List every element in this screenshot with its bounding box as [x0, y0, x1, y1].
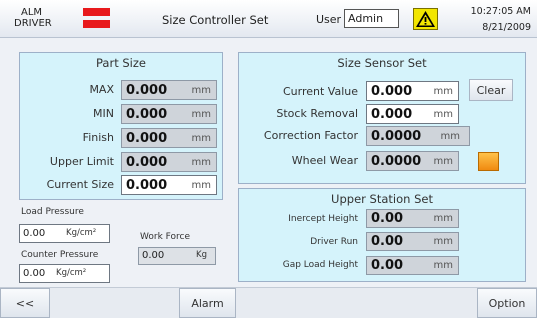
- stock-removal-unit: mm: [433, 109, 453, 120]
- counter-pressure-field[interactable]: 0.00 Kg/cm²: [19, 264, 110, 283]
- gap-load-height-unit: mm: [433, 260, 453, 271]
- upper-limit-value: 0.000: [126, 155, 168, 170]
- intercept-height-field[interactable]: 0.00 mm: [366, 209, 459, 228]
- counter-pressure-unit: Kg/cm²: [56, 268, 87, 278]
- work-force-label: Work Force: [140, 232, 191, 242]
- option-button[interactable]: Option: [477, 288, 537, 318]
- load-pressure-field[interactable]: 0.00 Kg/cm²: [19, 224, 110, 243]
- wheel-wear-value: 0.0000: [371, 154, 422, 169]
- current-size-label: Current Size: [46, 178, 114, 191]
- stock-removal-label: Stock Removal: [276, 107, 358, 120]
- upper-limit-field[interactable]: 0.000 mm: [121, 152, 217, 172]
- min-unit: mm: [191, 109, 211, 120]
- current-value-value: 0.000: [371, 84, 413, 99]
- clear-button[interactable]: Clear: [469, 79, 513, 101]
- load-pressure-value: 0.00: [23, 228, 46, 239]
- gap-load-height-field[interactable]: 0.00 mm: [366, 256, 459, 275]
- stock-removal-value: 0.000: [371, 107, 413, 122]
- counter-pressure-label: Counter Pressure: [21, 250, 99, 260]
- current-size-value: 0.000: [126, 178, 168, 193]
- current-size-field[interactable]: 0.000 mm: [121, 175, 217, 195]
- gap-load-height-value: 0.00: [371, 258, 404, 273]
- part-size-title: Part Size: [96, 56, 146, 70]
- wheel-wear-button[interactable]: [478, 152, 499, 171]
- correction-factor-field[interactable]: 0.0000 mm: [366, 126, 470, 146]
- min-value: 0.000: [126, 107, 168, 122]
- work-force-unit: Kg: [196, 250, 207, 260]
- alarm-button[interactable]: Alarm: [179, 288, 236, 318]
- correction-factor-label: Correction Factor: [263, 129, 358, 142]
- page-title: Size Controller Set: [162, 13, 269, 27]
- intercept-height-value: 0.00: [371, 211, 404, 226]
- current-value-label: Current Value: [282, 85, 358, 98]
- wheel-wear-field[interactable]: 0.0000 mm: [366, 151, 459, 171]
- finish-unit: mm: [191, 133, 211, 144]
- finish-value: 0.000: [126, 131, 168, 146]
- user-label: User: [316, 13, 342, 26]
- alarm-indicator-icon[interactable]: [83, 8, 110, 30]
- load-pressure-label: Load Pressure: [21, 207, 84, 217]
- max-label: MAX: [89, 83, 114, 96]
- driver-run-label: Driver Run: [310, 237, 358, 247]
- header-bar: [0, 0, 537, 38]
- clock-time: 10:27:05 AM: [470, 6, 531, 17]
- warning-triangle-icon: [416, 11, 435, 27]
- wheel-wear-unit: mm: [433, 156, 453, 167]
- wheel-wear-label: Wheel Wear: [291, 154, 358, 167]
- user-field[interactable]: Admin: [344, 9, 399, 28]
- max-field[interactable]: 0.000 mm: [121, 80, 217, 100]
- finish-field[interactable]: 0.000 mm: [121, 128, 217, 148]
- footer-bar: [0, 287, 537, 318]
- driver-run-field[interactable]: 0.00 mm: [366, 232, 459, 251]
- user-value: Admin: [348, 12, 384, 25]
- current-size-unit: mm: [191, 180, 211, 191]
- intercept-height-label: Inercept Height: [288, 214, 358, 224]
- driver-run-value: 0.00: [371, 234, 404, 249]
- counter-pressure-value: 0.00: [23, 268, 46, 279]
- max-value: 0.000: [126, 83, 168, 98]
- upper-limit-label: Upper Limit: [49, 155, 114, 168]
- work-force-value: 0.00: [142, 250, 165, 261]
- alarm-driver-label: ALM DRIVER: [14, 7, 52, 29]
- intercept-height-unit: mm: [433, 213, 453, 224]
- correction-factor-unit: mm: [440, 131, 460, 142]
- min-label: MIN: [93, 107, 114, 120]
- min-field[interactable]: 0.000 mm: [121, 104, 217, 124]
- back-button[interactable]: <<: [0, 288, 50, 318]
- correction-factor-value: 0.0000: [371, 129, 422, 144]
- alarm-label-line1: ALM: [21, 7, 43, 18]
- load-pressure-unit: Kg/cm²: [66, 228, 97, 238]
- alarm-label-line2: DRIVER: [14, 18, 52, 29]
- stock-removal-field[interactable]: 0.000 mm: [366, 104, 459, 124]
- finish-label: Finish: [82, 131, 114, 144]
- gap-load-height-label: Gap Load Height: [282, 260, 358, 270]
- work-force-field[interactable]: 0.00 Kg: [138, 247, 216, 265]
- size-sensor-title: Size Sensor Set: [337, 56, 427, 70]
- clock-date: 8/21/2009: [482, 22, 531, 33]
- upper-station-title: Upper Station Set: [331, 192, 433, 206]
- current-value-unit: mm: [433, 86, 453, 97]
- warning-button[interactable]: [413, 8, 438, 30]
- current-value-field[interactable]: 0.000 mm: [366, 81, 459, 101]
- driver-run-unit: mm: [433, 236, 453, 247]
- upper-limit-unit: mm: [191, 157, 211, 168]
- max-unit: mm: [191, 85, 211, 96]
